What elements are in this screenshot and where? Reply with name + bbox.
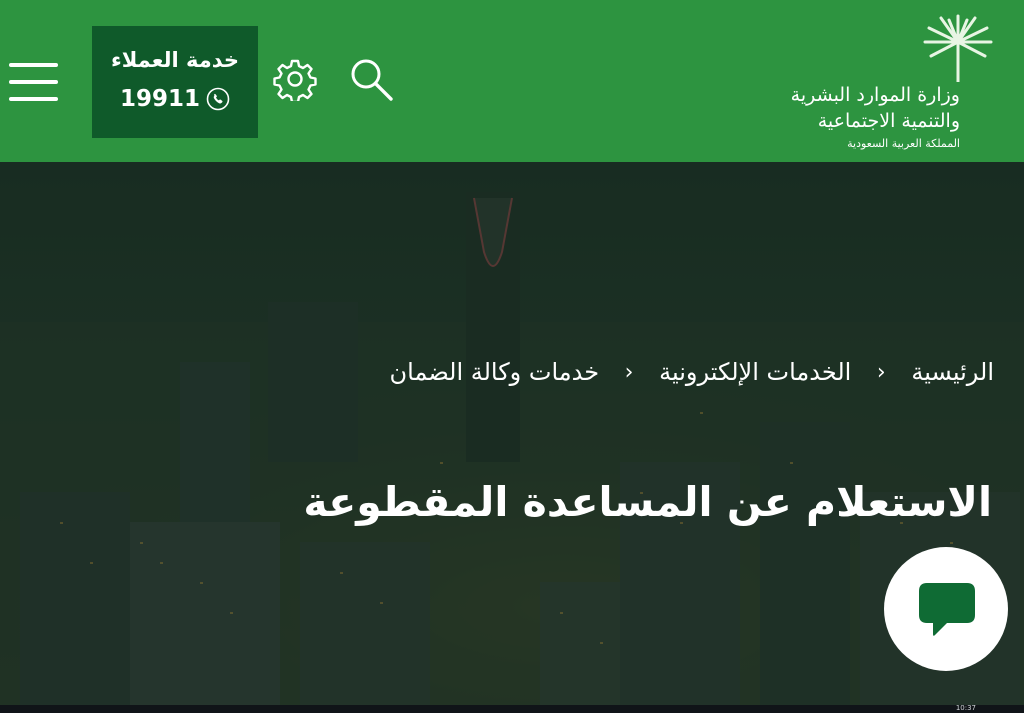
- breadcrumb-home[interactable]: الرئيسية: [911, 358, 994, 386]
- breadcrumb-separator-icon: ‹: [876, 359, 886, 385]
- taskbar-clock: 10:37: [955, 704, 976, 712]
- hero-banner: الرئيسية ‹ الخدمات الإلكترونية ‹ خدمات و…: [0, 162, 1024, 705]
- customer-service-number-row: 19911: [92, 86, 258, 112]
- gear-icon[interactable]: [273, 57, 317, 101]
- hero-overlay: [0, 162, 1024, 705]
- os-taskbar: 10:37: [0, 704, 1024, 713]
- customer-service-number: 19911: [119, 86, 201, 112]
- customer-service-title: خدمة العملاء: [110, 48, 239, 72]
- breadcrumb-current[interactable]: خدمات وكالة الضمان: [390, 358, 600, 386]
- search-icon[interactable]: [348, 56, 394, 102]
- phone-icon: [206, 87, 230, 111]
- customer-service-box[interactable]: خدمة العملاء 19911: [92, 26, 258, 138]
- chat-icon: [919, 583, 975, 636]
- page-title: الاستعلام عن المساعدة المقطوعة: [303, 478, 992, 526]
- menu-icon[interactable]: [9, 63, 58, 103]
- chat-button[interactable]: [884, 547, 1008, 671]
- breadcrumb: الرئيسية ‹ الخدمات الإلكترونية ‹ خدمات و…: [390, 358, 995, 386]
- ministry-logo[interactable]: وزارة الموارد البشرية والتنمية الاجتماعي…: [791, 12, 1005, 154]
- site-header: خدمة العملاء 19911 وزارة الموارد البشرية…: [0, 0, 1024, 162]
- breadcrumb-eservices[interactable]: الخدمات الإلكترونية: [659, 358, 851, 386]
- logo-name-line2: والتنمية الاجتماعية: [817, 110, 960, 132]
- logo-name-line1: وزارة الموارد البشرية: [790, 84, 960, 106]
- palm-logo-icon: [923, 14, 993, 82]
- logo-country: المملكة العربية السعودية: [847, 137, 960, 150]
- breadcrumb-separator-icon: ‹: [624, 359, 634, 385]
